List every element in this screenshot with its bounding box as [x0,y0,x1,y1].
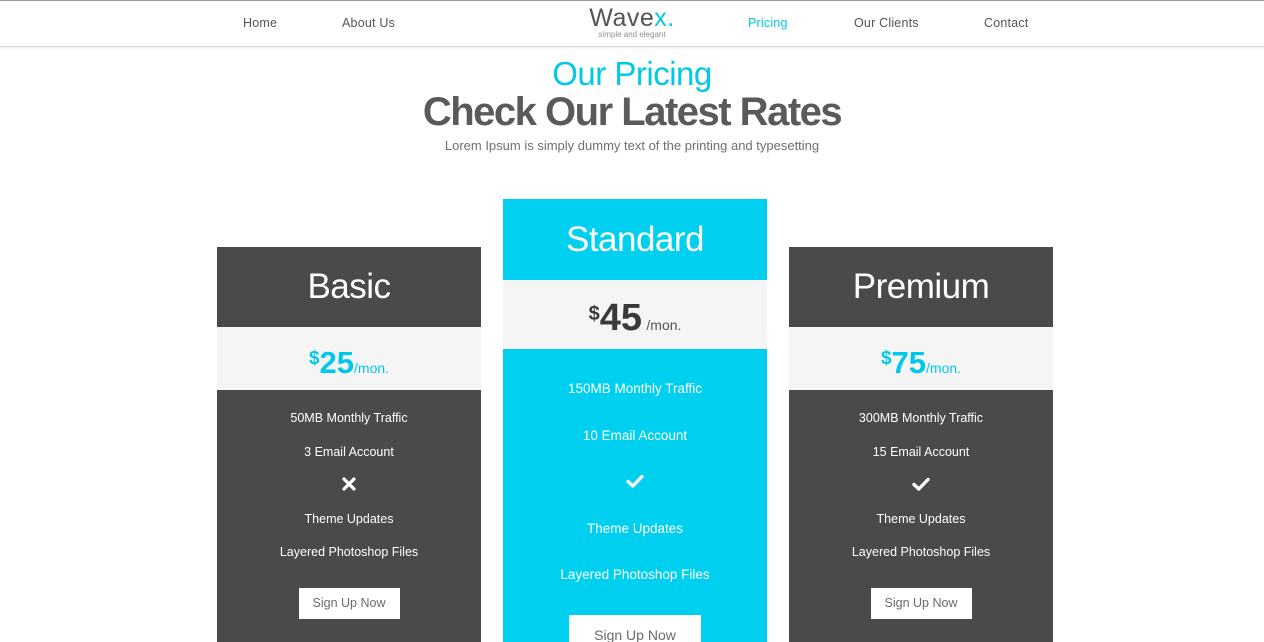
logo-name-accent: x. [654,4,675,32]
pricing-card-basic: Basic $25/mon. 50MB Monthly Traffic 3 Em… [217,247,481,642]
feature-traffic: 300MB Monthly Traffic [858,411,984,425]
nav-link-home[interactable]: Home [243,16,277,30]
logo[interactable]: Wavex. simple and elegant [586,5,678,39]
feature-list: 300MB Monthly Traffic 15 Email Account T… [789,390,1053,642]
feature-email: 15 Email Account [872,444,970,459]
check-icon [912,477,930,491]
nav-link-clients[interactable]: Our Clients [854,16,919,30]
check-icon [626,474,644,488]
feature-status [217,477,481,511]
feature-photoshop-files: Layered Photoshop Files [279,545,419,559]
logo-text: Wavex. [586,5,678,31]
logo-name: Wave [589,4,655,32]
price-period: /mon. [646,317,682,333]
price-band: $25/mon. [217,327,481,390]
price-band: $45 /mon. [503,280,767,349]
feature-email: 10 Email Account [582,427,688,443]
price-currency: $ [308,348,320,369]
price-amount: 75 [891,345,927,380]
nav-link-contact[interactable]: Contact [984,16,1028,30]
plan-name: Premium [789,247,1053,327]
sign-up-button[interactable]: Sign Up Now [569,614,701,642]
pricing-card-premium: Premium $75/mon. 300MB Monthly Traffic 1… [789,247,1053,642]
feature-traffic: 150MB Monthly Traffic [567,381,703,396]
price-currency: $ [588,303,600,325]
top-navbar: Home About Us Wavex. simple and elegant … [0,0,1264,47]
feature-photoshop-files: Layered Photoshop Files [851,545,991,559]
pricing-card-standard: Standard $45 /mon. 150MB Monthly Traffic… [503,199,767,642]
section-description: Lorem Ipsum is simply dummy text of the … [444,138,820,153]
price-currency: $ [880,348,892,369]
feature-list: 50MB Monthly Traffic 3 Email Account The… [217,390,481,642]
section-title: Check Our Latest Rates [422,90,843,134]
feature-photoshop-files: Layered Photoshop Files [560,567,710,583]
feature-theme-updates: Theme Updates [304,511,394,526]
nav-link-about[interactable]: About Us [342,16,395,30]
sign-up-button[interactable]: Sign Up Now [298,587,400,619]
plan-name: Basic [217,247,481,327]
plan-name: Standard [503,199,767,280]
feature-status [789,477,1053,511]
page: Home About Us Wavex. simple and elegant … [0,0,1264,642]
feature-list: 150MB Monthly Traffic 10 Email Account T… [503,349,767,642]
nav-link-pricing[interactable]: Pricing [748,16,788,30]
feature-status [503,474,767,521]
section-subtitle: Our Pricing [552,55,712,92]
logo-tagline: simple and elegant [598,30,666,39]
price-period: /mon. [354,360,390,376]
price-amount: 25 [319,345,355,380]
feature-theme-updates: Theme Updates [586,520,684,536]
price-period: /mon. [926,360,962,376]
feature-email: 3 Email Account [304,444,394,459]
price-band: $75/mon. [789,327,1053,390]
sign-up-button[interactable]: Sign Up Now [870,587,972,619]
price-amount: 45 [599,297,642,339]
feature-traffic: 50MB Monthly Traffic [290,411,408,425]
feature-theme-updates: Theme Updates [876,511,966,526]
cross-icon [342,477,356,491]
